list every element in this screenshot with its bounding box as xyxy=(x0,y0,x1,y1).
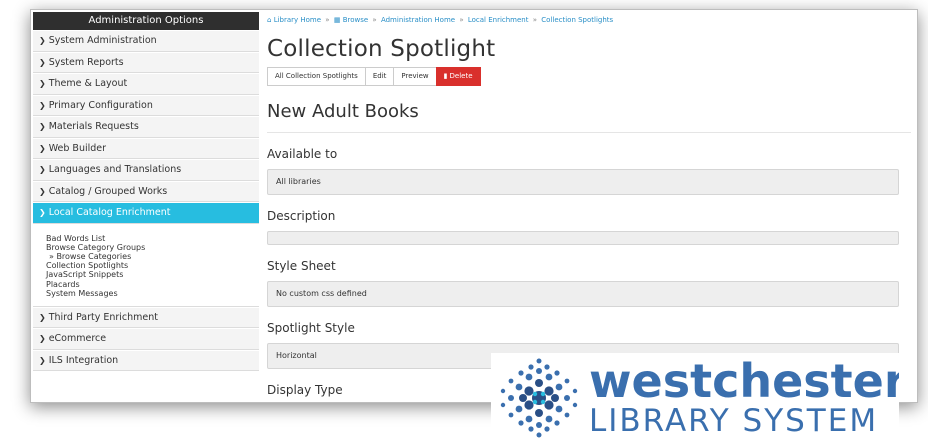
sidebar-item-ils-integration[interactable]: ❯ ILS Integration xyxy=(33,350,259,372)
trash-icon: ▮ xyxy=(443,72,448,80)
breadcrumb-administration-home[interactable]: Administration Home xyxy=(381,16,455,24)
submenu-link-browse-categories[interactable]: » Browse Categories xyxy=(46,252,259,261)
logo-wordmark-westchester: westchester xyxy=(589,354,899,408)
sidebar-item-system-administration[interactable]: ❯ System Administration xyxy=(33,31,259,52)
chevron-down-icon: ❯ xyxy=(39,208,46,217)
app-window: Administration Options ❯ System Administr… xyxy=(30,9,918,403)
chevron-right-icon: ❯ xyxy=(39,57,46,67)
sidebar-item-label: System Administration xyxy=(48,35,157,46)
spotlight-name: New Adult Books xyxy=(267,101,911,133)
sidebar-item-label: Materials Requests xyxy=(48,121,139,132)
logo-wordmark-library-system: LIBRARY SYSTEM xyxy=(589,403,879,439)
breadcrumb-separator: » xyxy=(372,16,377,24)
breadcrumb-local-enrichment[interactable]: Local Enrichment xyxy=(468,16,529,24)
sidebar-item-label: Local Catalog Enrichment xyxy=(48,207,171,218)
sidebar-header: Administration Options xyxy=(33,12,259,30)
sidebar-item-materials-requests[interactable]: ❯ Materials Requests xyxy=(33,117,259,138)
description-value xyxy=(267,231,899,245)
chevron-right-icon: ❯ xyxy=(39,143,46,153)
breadcrumb-collection-spotlights[interactable]: Collection Spotlights xyxy=(541,16,613,24)
preview-button[interactable]: Preview xyxy=(393,67,437,86)
chevron-right-icon: ❯ xyxy=(39,100,46,110)
style-sheet-value: No custom css defined xyxy=(267,281,899,307)
home-icon: ⌂ xyxy=(267,16,272,24)
delete-button-label: Delete xyxy=(449,72,473,80)
available-to-label: Available to xyxy=(267,147,338,161)
chevron-right-icon: ❯ xyxy=(39,186,46,196)
dot-pattern-icon xyxy=(500,358,578,438)
sidebar-item-label: Web Builder xyxy=(48,142,107,154)
admin-sidebar: Administration Options ❯ System Administr… xyxy=(33,12,259,402)
submenu-link-bad-words-list[interactable]: Bad Words List xyxy=(46,234,259,243)
sidebar-item-label: System Reports xyxy=(48,56,124,68)
delete-button[interactable]: ▮ Delete xyxy=(435,67,481,86)
breadcrumb-separator: » xyxy=(325,16,330,24)
chevron-right-icon: ❯ xyxy=(39,36,46,45)
breadcrumb-library-home[interactable]: Library Home xyxy=(274,16,321,24)
action-button-group: All Collection Spotlights Edit Preview ▮… xyxy=(267,67,915,86)
sidebar-item-web-builder[interactable]: ❯ Web Builder xyxy=(33,138,259,159)
submenu-link-collection-spotlights[interactable]: Collection Spotlights xyxy=(46,261,259,270)
style-sheet-label: Style Sheet xyxy=(267,259,336,273)
chevron-right-icon: ❯ xyxy=(39,312,46,322)
submenu-link-system-messages[interactable]: System Messages xyxy=(46,289,259,298)
sidebar-submenu: Bad Words List Browse Category Groups » … xyxy=(33,223,259,307)
main-content: ⌂ Library Home » ▦ Browse » Administrati… xyxy=(267,10,915,402)
sidebar-item-label: Theme & Layout xyxy=(48,78,128,89)
sidebar-item-label: ILS Integration xyxy=(48,354,119,366)
edit-button[interactable]: Edit xyxy=(364,67,395,86)
chevron-right-icon: ❯ xyxy=(39,122,46,131)
submenu-link-browse-category-groups[interactable]: Browse Category Groups xyxy=(46,243,259,252)
chevron-right-icon: ❯ xyxy=(39,165,46,174)
sidebar-item-catalog-grouped-works[interactable]: ❯ Catalog / Grouped Works xyxy=(33,181,259,202)
sidebar-item-label: Catalog / Grouped Works xyxy=(48,185,168,197)
sidebar-item-languages-translations[interactable]: ❯ Languages and Translations xyxy=(33,160,259,181)
page-title: Collection Spotlight xyxy=(267,36,496,62)
description-label: Description xyxy=(267,209,336,223)
breadcrumb-browse[interactable]: Browse xyxy=(343,16,369,24)
sidebar-item-third-party-enrichment[interactable]: ❯ Third Party Enrichment xyxy=(33,307,259,329)
breadcrumb: ⌂ Library Home » ▦ Browse » Administrati… xyxy=(267,10,915,30)
sidebar-item-theme-layout[interactable]: ❯ Theme & Layout xyxy=(33,74,259,95)
sidebar-item-label: Languages and Translations xyxy=(48,164,182,175)
sidebar-item-label: Primary Configuration xyxy=(48,99,153,111)
all-collection-spotlights-button[interactable]: All Collection Spotlights xyxy=(267,67,366,86)
sidebar-item-label: eCommerce xyxy=(48,333,107,345)
chevron-right-icon: ❯ xyxy=(39,79,46,88)
chevron-right-icon: ❯ xyxy=(39,355,46,365)
books-icon: ▦ xyxy=(333,16,341,24)
sidebar-item-ecommerce[interactable]: ❯ eCommerce xyxy=(33,329,259,350)
spotlight-style-label: Spotlight Style xyxy=(267,321,355,335)
available-to-value: All libraries xyxy=(267,169,899,195)
sidebar-item-label: Third Party Enrichment xyxy=(48,311,159,323)
breadcrumb-separator: » xyxy=(532,16,538,24)
submenu-link-javascript-snippets[interactable]: JavaScript Snippets xyxy=(46,270,259,279)
breadcrumb-separator: » xyxy=(459,16,464,24)
westchester-logo: westchester LIBRARY SYSTEM xyxy=(491,353,899,442)
chevron-right-icon: ❯ xyxy=(39,334,46,344)
sidebar-item-primary-configuration[interactable]: ❯ Primary Configuration xyxy=(33,95,259,116)
sidebar-item-local-catalog-enrichment[interactable]: ❯ Local Catalog Enrichment xyxy=(33,203,259,224)
sidebar-item-system-reports[interactable]: ❯ System Reports xyxy=(33,52,259,73)
submenu-link-placards[interactable]: Placards xyxy=(46,280,259,289)
